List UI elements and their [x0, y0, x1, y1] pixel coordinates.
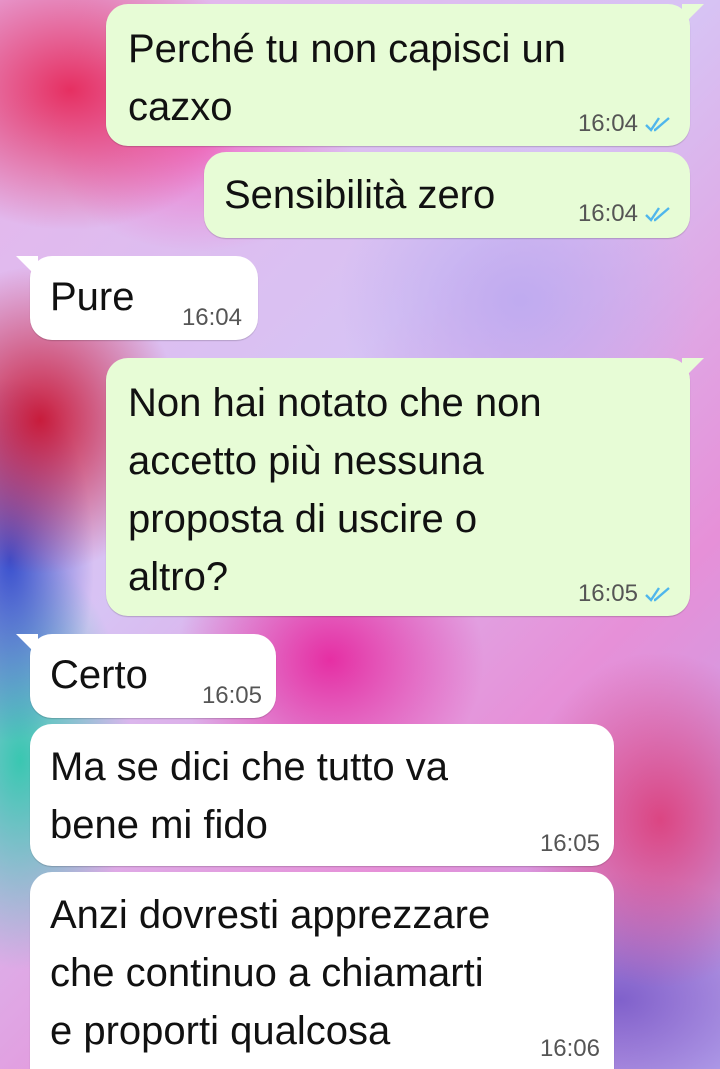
message-meta: 16:04: [578, 200, 672, 228]
double-check-icon: [645, 587, 670, 602]
message-bubble-outgoing[interactable]: Perché tu non capisci un cazxo 16:04: [106, 4, 704, 146]
message-meta: 16:04: [182, 304, 242, 332]
message-time: 16:06: [539, 1035, 600, 1062]
message-text: Certo: [50, 653, 148, 697]
message-text: Perché tu non capisci un cazxo: [128, 27, 567, 129]
double-check-icon: [645, 207, 670, 222]
message-meta: 16:05: [578, 580, 672, 608]
double-check-icon: [645, 117, 670, 132]
message-time: 16:04: [181, 304, 242, 331]
bubble-tail: [16, 634, 38, 656]
message-meta: 16:05: [202, 682, 262, 710]
bubble-tail: [682, 358, 704, 380]
message-time: 16:04: [577, 200, 638, 227]
message-bubble-incoming[interactable]: Certo 16:05: [16, 634, 276, 718]
message-time: 16:04: [577, 110, 638, 137]
message-text: Non hai notato che non accetto più nessu…: [128, 381, 542, 599]
message-bubble-outgoing[interactable]: Non hai notato che non accetto più nessu…: [106, 358, 704, 616]
message-bubble-incoming[interactable]: Anzi dovresti apprezzare che continuo a …: [30, 872, 614, 1069]
message-bubble-outgoing[interactable]: Sensibilità zero 16:04: [204, 152, 690, 238]
message-text: Ma se dici che tutto va bene mi fido: [50, 745, 448, 847]
message-time: 16:05: [201, 682, 262, 709]
message-text: Sensibilità zero: [224, 173, 496, 217]
message-text: Anzi dovresti apprezzare che continuo a …: [50, 893, 491, 1053]
message-meta: 16:05: [540, 830, 600, 858]
message-time: 16:05: [539, 830, 600, 857]
message-bubble-incoming[interactable]: Pure 16:04: [16, 256, 258, 340]
message-text: Pure: [50, 275, 135, 319]
message-meta: 16:06: [540, 1035, 600, 1063]
message-meta: 16:04: [578, 110, 672, 138]
message-bubble-incoming[interactable]: Ma se dici che tutto va bene mi fido 16:…: [30, 724, 614, 866]
message-time: 16:05: [577, 580, 638, 607]
bubble-tail: [16, 256, 38, 278]
bubble-tail: [682, 4, 704, 26]
